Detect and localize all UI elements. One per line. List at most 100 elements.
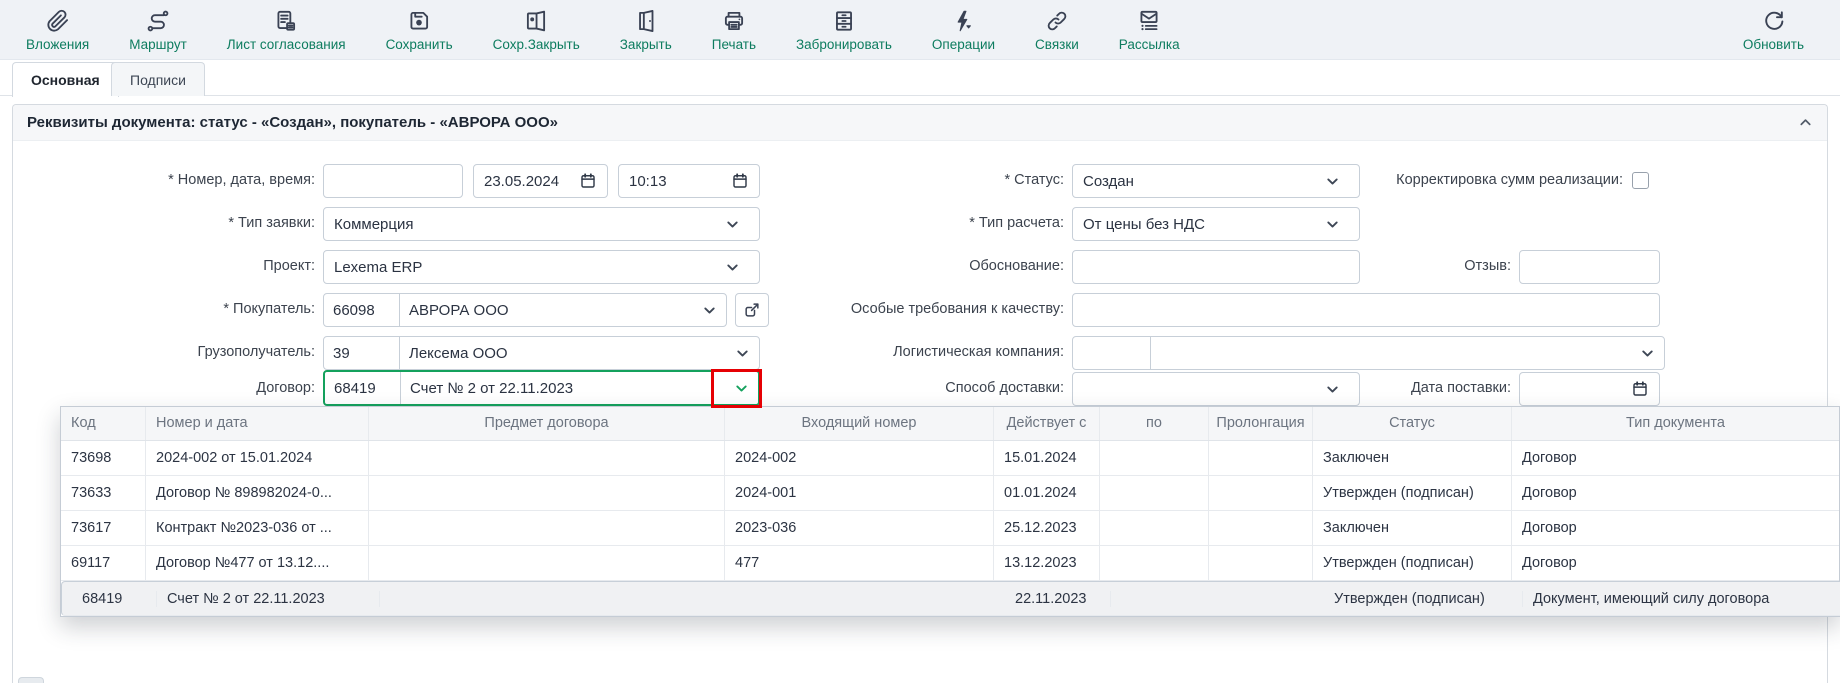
- review-label: Отзыв:: [1380, 249, 1511, 283]
- logistics-company-select[interactable]: [1072, 336, 1665, 370]
- contract-table-row[interactable]: 73617Контракт №2023-036 от ...2023-03625…: [61, 511, 1839, 546]
- buyer-code[interactable]: 66098: [324, 294, 400, 326]
- contract-table-cell: 25.12.2023: [994, 511, 1100, 545]
- route-icon: [145, 8, 171, 35]
- toolbar-button-label: Вложения: [26, 37, 89, 52]
- printer-icon: [721, 8, 747, 35]
- contract-table-column-header[interactable]: Пролонгация: [1209, 407, 1313, 440]
- contract-table-row[interactable]: 69117Договор №477 от 13.12.... 47713.12.2…: [61, 546, 1839, 581]
- contract-code[interactable]: 68419: [325, 372, 401, 404]
- justification-label: Обоснование:: [769, 249, 1064, 283]
- logistics-company-code[interactable]: [1073, 337, 1151, 369]
- toolbar-button-links[interactable]: Связки: [1035, 8, 1079, 52]
- contract-table-cell: Договор: [1512, 476, 1839, 510]
- consignee-select[interactable]: 39 Лексема ООО: [323, 336, 760, 370]
- tab-signatures-label: Подписи: [130, 72, 186, 88]
- contract-table-cell: [1100, 476, 1209, 510]
- contract-table-column-header[interactable]: Тип документа: [1512, 407, 1839, 440]
- toolbar-button-attachments[interactable]: Вложения: [26, 8, 89, 52]
- justification-input[interactable]: [1072, 250, 1360, 284]
- contract-table-cell: [1100, 441, 1209, 475]
- toolbar-button-save[interactable]: Сохранить: [386, 8, 453, 52]
- external-link-icon: [742, 300, 762, 320]
- toolbar-button-reserve[interactable]: Забронировать: [796, 8, 892, 52]
- toolbar-button-print[interactable]: Печать: [712, 8, 756, 52]
- calendar-icon[interactable]: [731, 172, 749, 190]
- contract-table-cell: Заключен: [1313, 441, 1512, 475]
- toolbar-button-label: Печать: [712, 37, 756, 52]
- status-label: * Статус:: [769, 163, 1064, 197]
- contract-table-cell: Утвержден (подписан): [1313, 476, 1512, 510]
- review-input[interactable]: [1519, 250, 1660, 284]
- calendar-icon[interactable]: [1631, 380, 1649, 398]
- contract-table-header: КодНомер и датаПредмет договораВходящий …: [61, 407, 1839, 441]
- toolbar-button-save-close[interactable]: Сохр.Закрыть: [493, 8, 580, 52]
- contract-table-column-header[interactable]: Номер и дата: [146, 407, 369, 440]
- open-buyer-card-button[interactable]: [735, 293, 769, 327]
- contract-table-row[interactable]: 68419Счет № 2 от 22.11.202322.11.2023Утв…: [61, 581, 1840, 616]
- contract-table-row[interactable]: 73633Договор № 898982024-0...2024-00101.…: [61, 476, 1839, 511]
- contract-table-cell: [369, 476, 725, 510]
- contract-table-cell: [1209, 511, 1313, 545]
- contract-dropdown-table: КодНомер и датаПредмет договораВходящий …: [60, 406, 1840, 617]
- tab-main-label: Основная: [31, 72, 100, 88]
- save-close-icon: [523, 8, 549, 35]
- buyer-label: * Покупатель:: [20, 292, 315, 326]
- logistics-company-label: Логистическая компания:: [769, 335, 1064, 369]
- collapse-panel-icon[interactable]: [1798, 115, 1813, 130]
- toolbar-button-close[interactable]: Закрыть: [620, 8, 672, 52]
- status-select[interactable]: Создан: [1072, 164, 1360, 198]
- delivery-method-select[interactable]: [1072, 372, 1360, 406]
- contract-table-cell: [369, 546, 725, 580]
- contract-table-cell: [1209, 441, 1313, 475]
- tab-main[interactable]: Основная: [12, 62, 119, 97]
- contract-select[interactable]: 68419 Счет № 2 от 22.11.2023: [323, 370, 760, 406]
- toolbar-button-label: Обновить: [1743, 37, 1804, 52]
- quality-requirements-label: Особые требования к качеству:: [769, 292, 1064, 326]
- toolbar-button-label: Маршрут: [129, 37, 187, 52]
- delivery-date-input[interactable]: [1519, 372, 1660, 406]
- contract-table-cell: 69117: [61, 546, 146, 580]
- contract-table-cell: 477: [725, 546, 994, 580]
- contract-table-cell: Договор: [1512, 546, 1839, 580]
- time-input[interactable]: 10:13: [618, 164, 760, 198]
- toolbar-button-refresh[interactable]: Обновить: [1743, 8, 1804, 52]
- date-input[interactable]: 23.05.2024: [473, 164, 608, 198]
- quality-requirements-input[interactable]: [1072, 293, 1660, 327]
- number-input[interactable]: [323, 164, 463, 198]
- refresh-icon: [1760, 8, 1787, 35]
- cabinet-icon: [831, 8, 857, 35]
- contract-table-column-header[interactable]: Статус: [1313, 407, 1512, 440]
- tab-signatures[interactable]: Подписи: [111, 62, 205, 96]
- contract-table-row[interactable]: 736982024-002 от 15.01.20242024-00215.01…: [61, 441, 1839, 476]
- consignee-label: Грузополучатель:: [20, 335, 315, 369]
- calendar-icon[interactable]: [579, 172, 597, 190]
- contract-table-column-header[interactable]: Входящий номер: [725, 407, 994, 440]
- toolbar-button-label: Связки: [1035, 37, 1079, 52]
- contract-table-cell: Договор №477 от 13.12....: [146, 546, 369, 580]
- contract-table-column-header[interactable]: Действует с: [994, 407, 1100, 440]
- toolbar-button-operations[interactable]: Операции: [932, 8, 995, 52]
- toolbar-button-label: Лист согласования: [227, 37, 346, 52]
- contract-table-cell: 73698: [61, 441, 146, 475]
- contract-table-cell: [1209, 546, 1313, 580]
- toolbar-button-label: Забронировать: [796, 37, 892, 52]
- contract-table-column-header[interactable]: Предмет договора: [369, 407, 725, 440]
- buyer-select[interactable]: 66098 АВРОРА ООО: [323, 293, 727, 327]
- toolbar-button-route[interactable]: Маршрут: [129, 8, 187, 52]
- contract-table-column-header[interactable]: Код: [61, 407, 146, 440]
- realization-adjustment-checkbox[interactable]: [1632, 172, 1649, 189]
- annotation-highlight-box: [711, 369, 762, 408]
- toolbar-button-mailing[interactable]: Рассылка: [1119, 8, 1180, 52]
- contract-table-cell: 73617: [61, 511, 146, 545]
- project-select[interactable]: Lexema ERP: [323, 250, 760, 284]
- calc-type-select[interactable]: От цены без НДС: [1072, 207, 1360, 241]
- contract-table-cell: 13.12.2023: [994, 546, 1100, 580]
- chain-link-icon: [1044, 8, 1070, 35]
- toolbar-button-approval-sheet[interactable]: Лист согласования: [227, 8, 346, 52]
- project-label: Проект:: [20, 249, 315, 283]
- request-type-select[interactable]: Коммерция: [323, 207, 760, 241]
- contract-table-column-header[interactable]: по: [1100, 407, 1209, 440]
- contract-table-cell: Документ, имеющий силу договора: [1523, 591, 1840, 607]
- consignee-code[interactable]: 39: [324, 337, 400, 369]
